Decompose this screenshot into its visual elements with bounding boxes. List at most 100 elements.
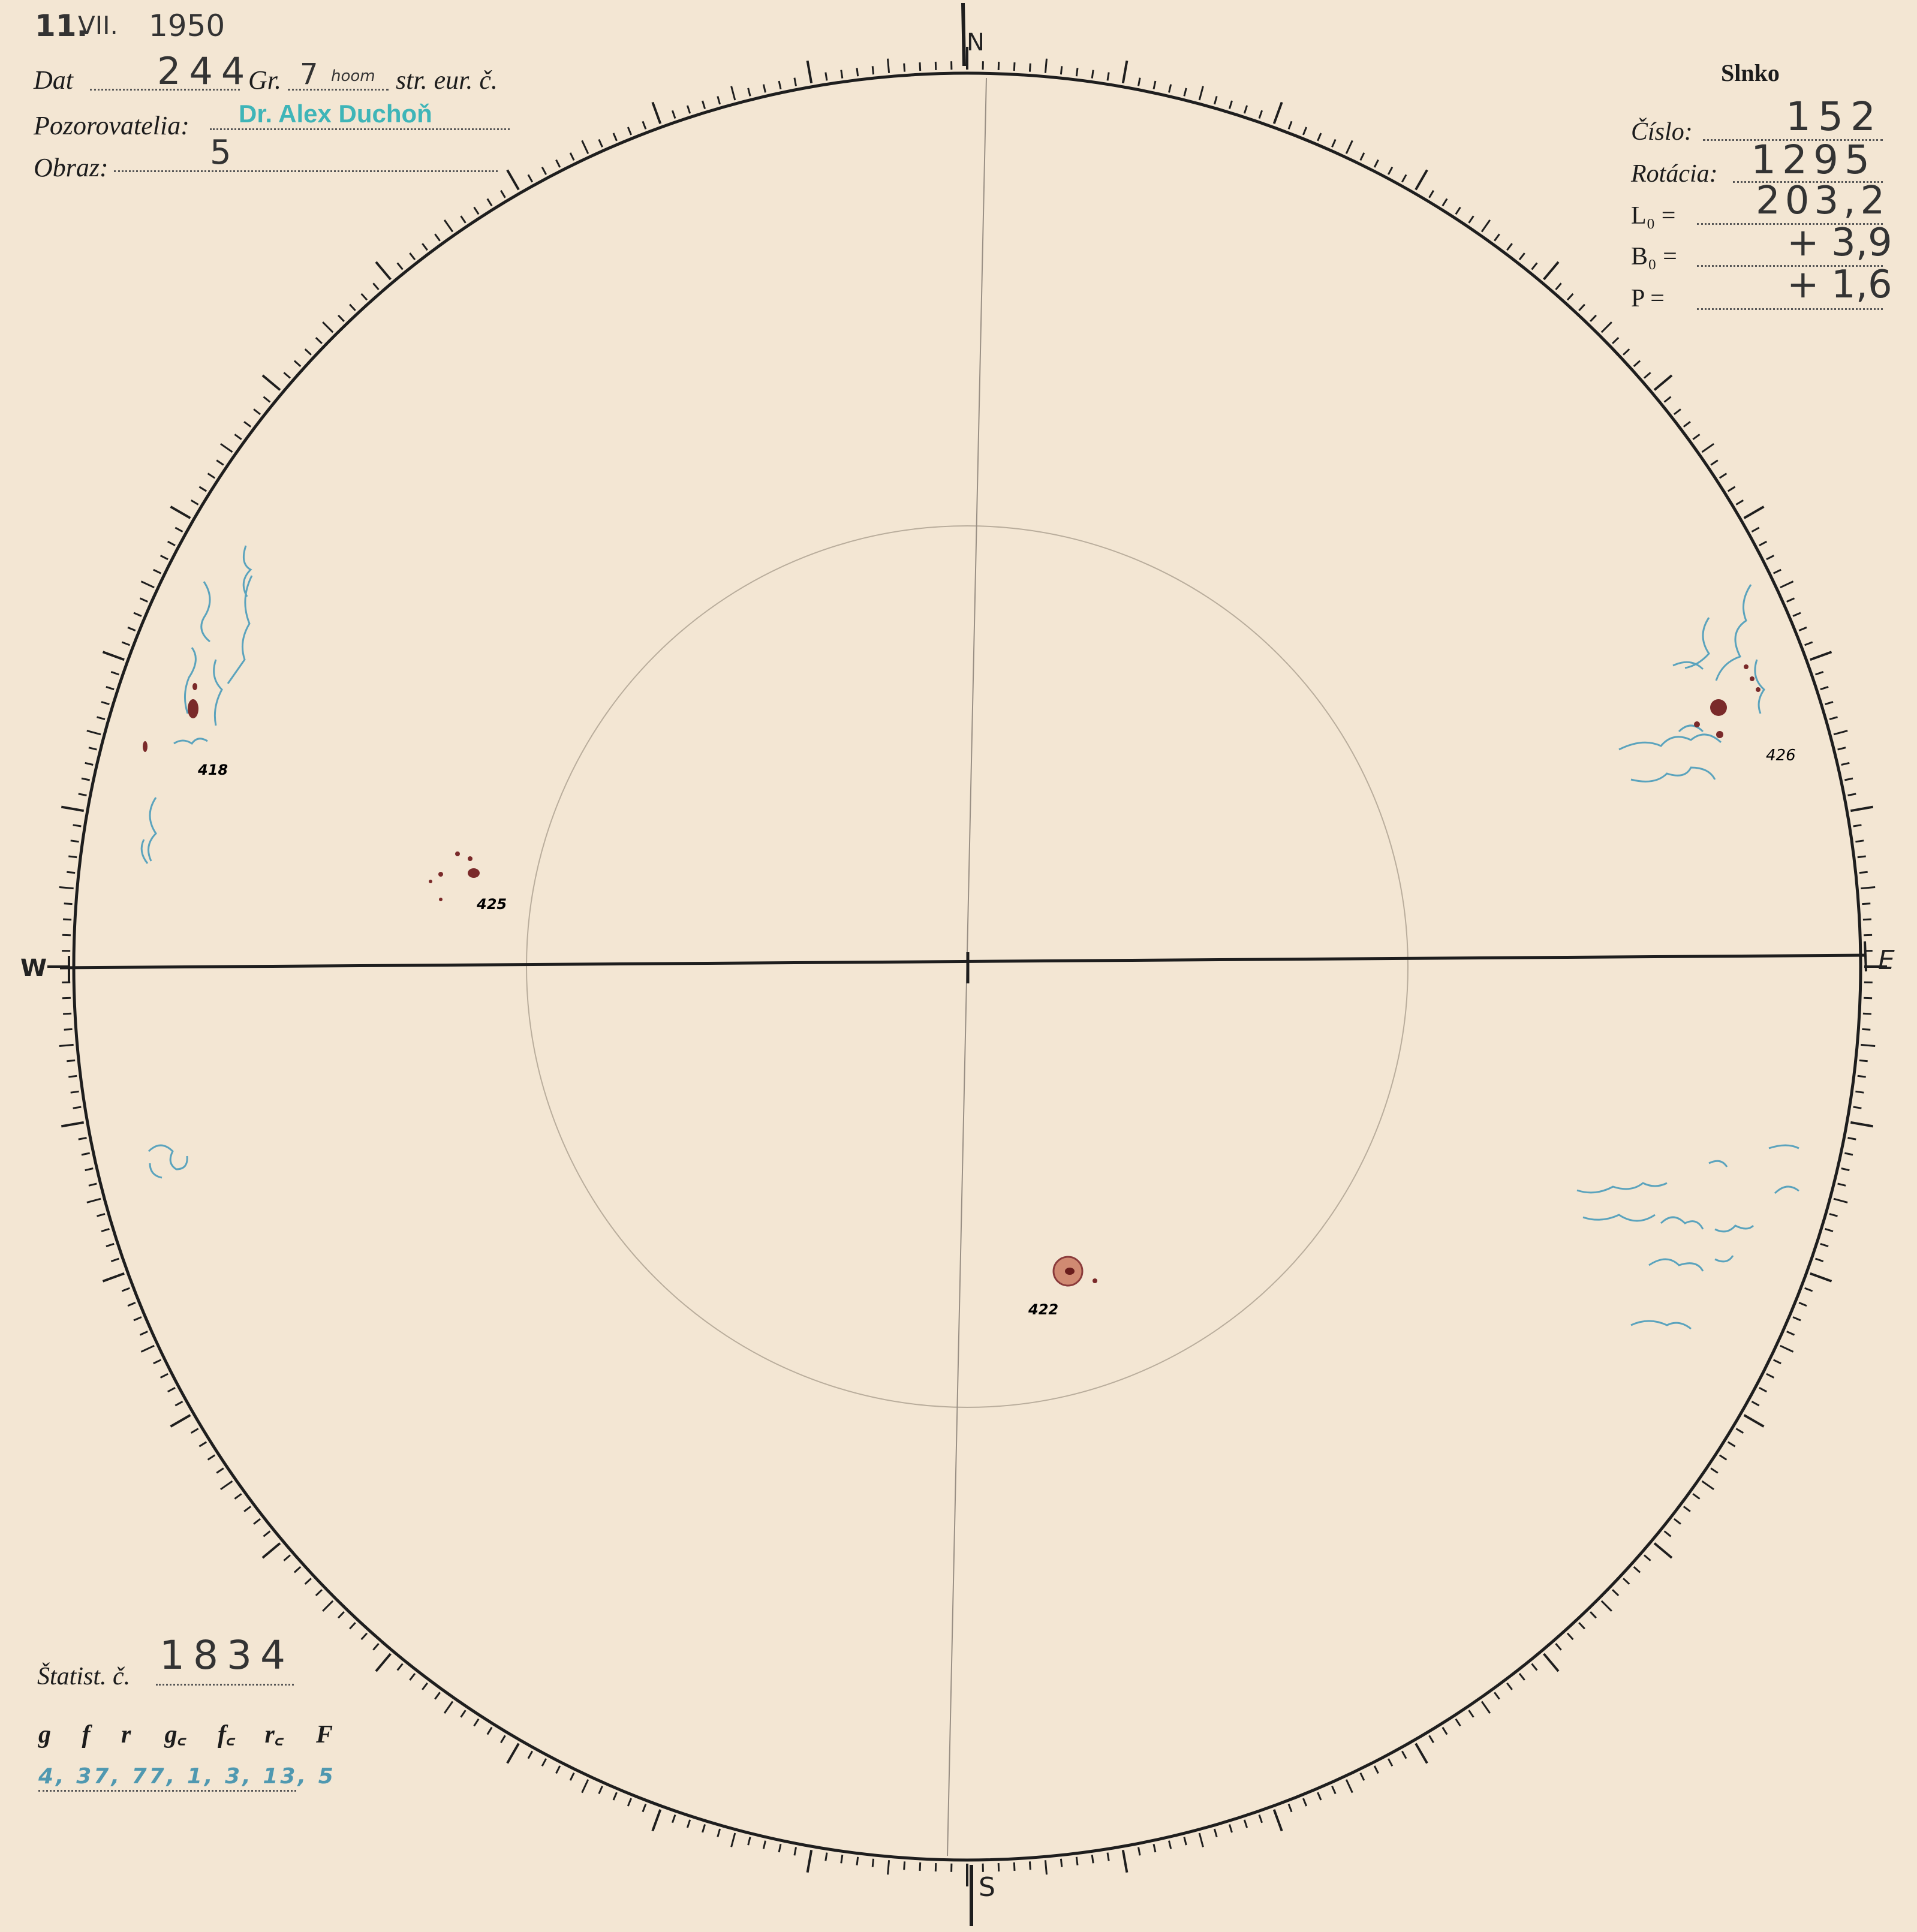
spot-group-426-marks: [1694, 664, 1760, 738]
degree-tick: [110, 670, 119, 676]
degree-tick: [1792, 612, 1801, 617]
degree-tick: [1859, 1059, 1868, 1063]
degree-tick: [887, 1860, 890, 1875]
degree-tick: [68, 855, 77, 859]
degree-tick: [612, 133, 618, 142]
col-rc: r꜀: [264, 1721, 284, 1749]
degree-tick: [1855, 839, 1864, 843]
degree-tick: [856, 1856, 859, 1865]
degree-tick: [1710, 459, 1719, 466]
degree-tick: [1518, 1672, 1525, 1681]
degree-tick: [1810, 1272, 1832, 1283]
degree-tick: [473, 1718, 480, 1727]
degree-tick: [190, 1428, 199, 1434]
degree-tick: [133, 1316, 142, 1322]
degree-tick: [1837, 747, 1846, 751]
degree-tick: [1853, 1106, 1862, 1109]
degree-tick: [671, 1814, 676, 1823]
degree-tick: [97, 716, 106, 721]
degree-tick: [1862, 1028, 1871, 1031]
degree-tick: [160, 555, 168, 561]
degree-tick: [1766, 555, 1775, 561]
degree-tick: [153, 1359, 162, 1365]
degree-tick: [253, 408, 261, 416]
degree-tick: [1506, 243, 1513, 251]
degree-tick: [1578, 1622, 1585, 1630]
degree-tick: [61, 805, 85, 812]
degree-tick: [1106, 1852, 1110, 1861]
degree-tick: [283, 372, 291, 379]
spot-label-418: 418: [197, 762, 228, 778]
degree-tick: [133, 612, 142, 617]
degree-tick: [153, 568, 162, 574]
degree-tick: [1494, 1692, 1500, 1700]
degree-tick: [1673, 408, 1681, 416]
degree-tick: [671, 110, 676, 119]
degree-tick: [190, 499, 199, 505]
degree-tick: [1692, 1493, 1701, 1500]
degree-tick: [1612, 1589, 1620, 1596]
degree-tick: [686, 105, 691, 114]
degree-tick: [243, 421, 252, 428]
degree-tick: [167, 540, 176, 547]
degree-tick: [1810, 651, 1832, 661]
degree-tick: [1692, 434, 1701, 440]
degree-tick: [1653, 1542, 1673, 1559]
degree-tick: [555, 159, 561, 168]
col-gc: g꜀: [164, 1721, 186, 1749]
degree-tick: [88, 747, 97, 751]
degree-tick: [1480, 219, 1491, 233]
degree-tick: [460, 215, 467, 224]
degree-tick: [541, 1758, 547, 1767]
statistics-values-dotted-line: [38, 1790, 296, 1792]
degree-tick: [1710, 1467, 1719, 1474]
degree-tick: [1441, 1726, 1448, 1735]
degree-tick: [1600, 321, 1612, 333]
degree-tick: [1468, 215, 1474, 224]
degree-tick: [434, 233, 441, 242]
degree-tick: [174, 1400, 183, 1407]
degree-tick: [627, 127, 632, 136]
degree-tick: [1759, 540, 1768, 547]
degree-tick: [1780, 580, 1794, 589]
degree-tick: [1480, 1701, 1491, 1714]
degree-tick: [1075, 68, 1079, 77]
degree-tick: [806, 1849, 813, 1873]
degree-tick: [1359, 152, 1365, 161]
degree-tick: [293, 1566, 302, 1573]
degree-tick: [73, 824, 82, 827]
degree-tick: [234, 1493, 242, 1500]
degree-tick: [778, 80, 782, 90]
degree-tick: [1387, 1758, 1394, 1767]
degree-tick: [1044, 1860, 1048, 1875]
degree-tick: [1861, 1043, 1876, 1047]
degree-tick: [1494, 233, 1500, 242]
degree-tick: [747, 88, 751, 97]
degree-tick: [762, 84, 766, 93]
degree-tick: [1455, 1718, 1461, 1727]
degree-tick: [1555, 282, 1562, 290]
col-r: r: [121, 1721, 131, 1749]
degree-tick: [1543, 1653, 1560, 1672]
degree-tick: [1566, 293, 1574, 301]
degree-tick: [1506, 1682, 1513, 1690]
degree-tick: [1853, 824, 1862, 827]
degree-tick: [315, 1589, 323, 1596]
degree-tick: [1673, 1518, 1681, 1525]
degree-tick: [1258, 110, 1263, 119]
degree-tick: [806, 60, 813, 84]
degree-tick: [1302, 127, 1308, 136]
degree-tick: [793, 77, 797, 86]
col-g: g: [38, 1721, 51, 1749]
statistics-value: 1834: [160, 1632, 294, 1678]
degree-tick: [1243, 105, 1248, 114]
degree-tick: [686, 1819, 691, 1828]
degree-tick: [997, 61, 1000, 70]
degree-tick: [61, 1121, 85, 1128]
degree-tick: [106, 1242, 115, 1248]
degree-tick: [283, 1554, 291, 1561]
degree-tick: [1168, 1840, 1172, 1849]
degree-tick: [506, 169, 520, 191]
degree-tick: [1829, 716, 1838, 721]
statistics-label: Štatist. č.: [37, 1663, 131, 1690]
